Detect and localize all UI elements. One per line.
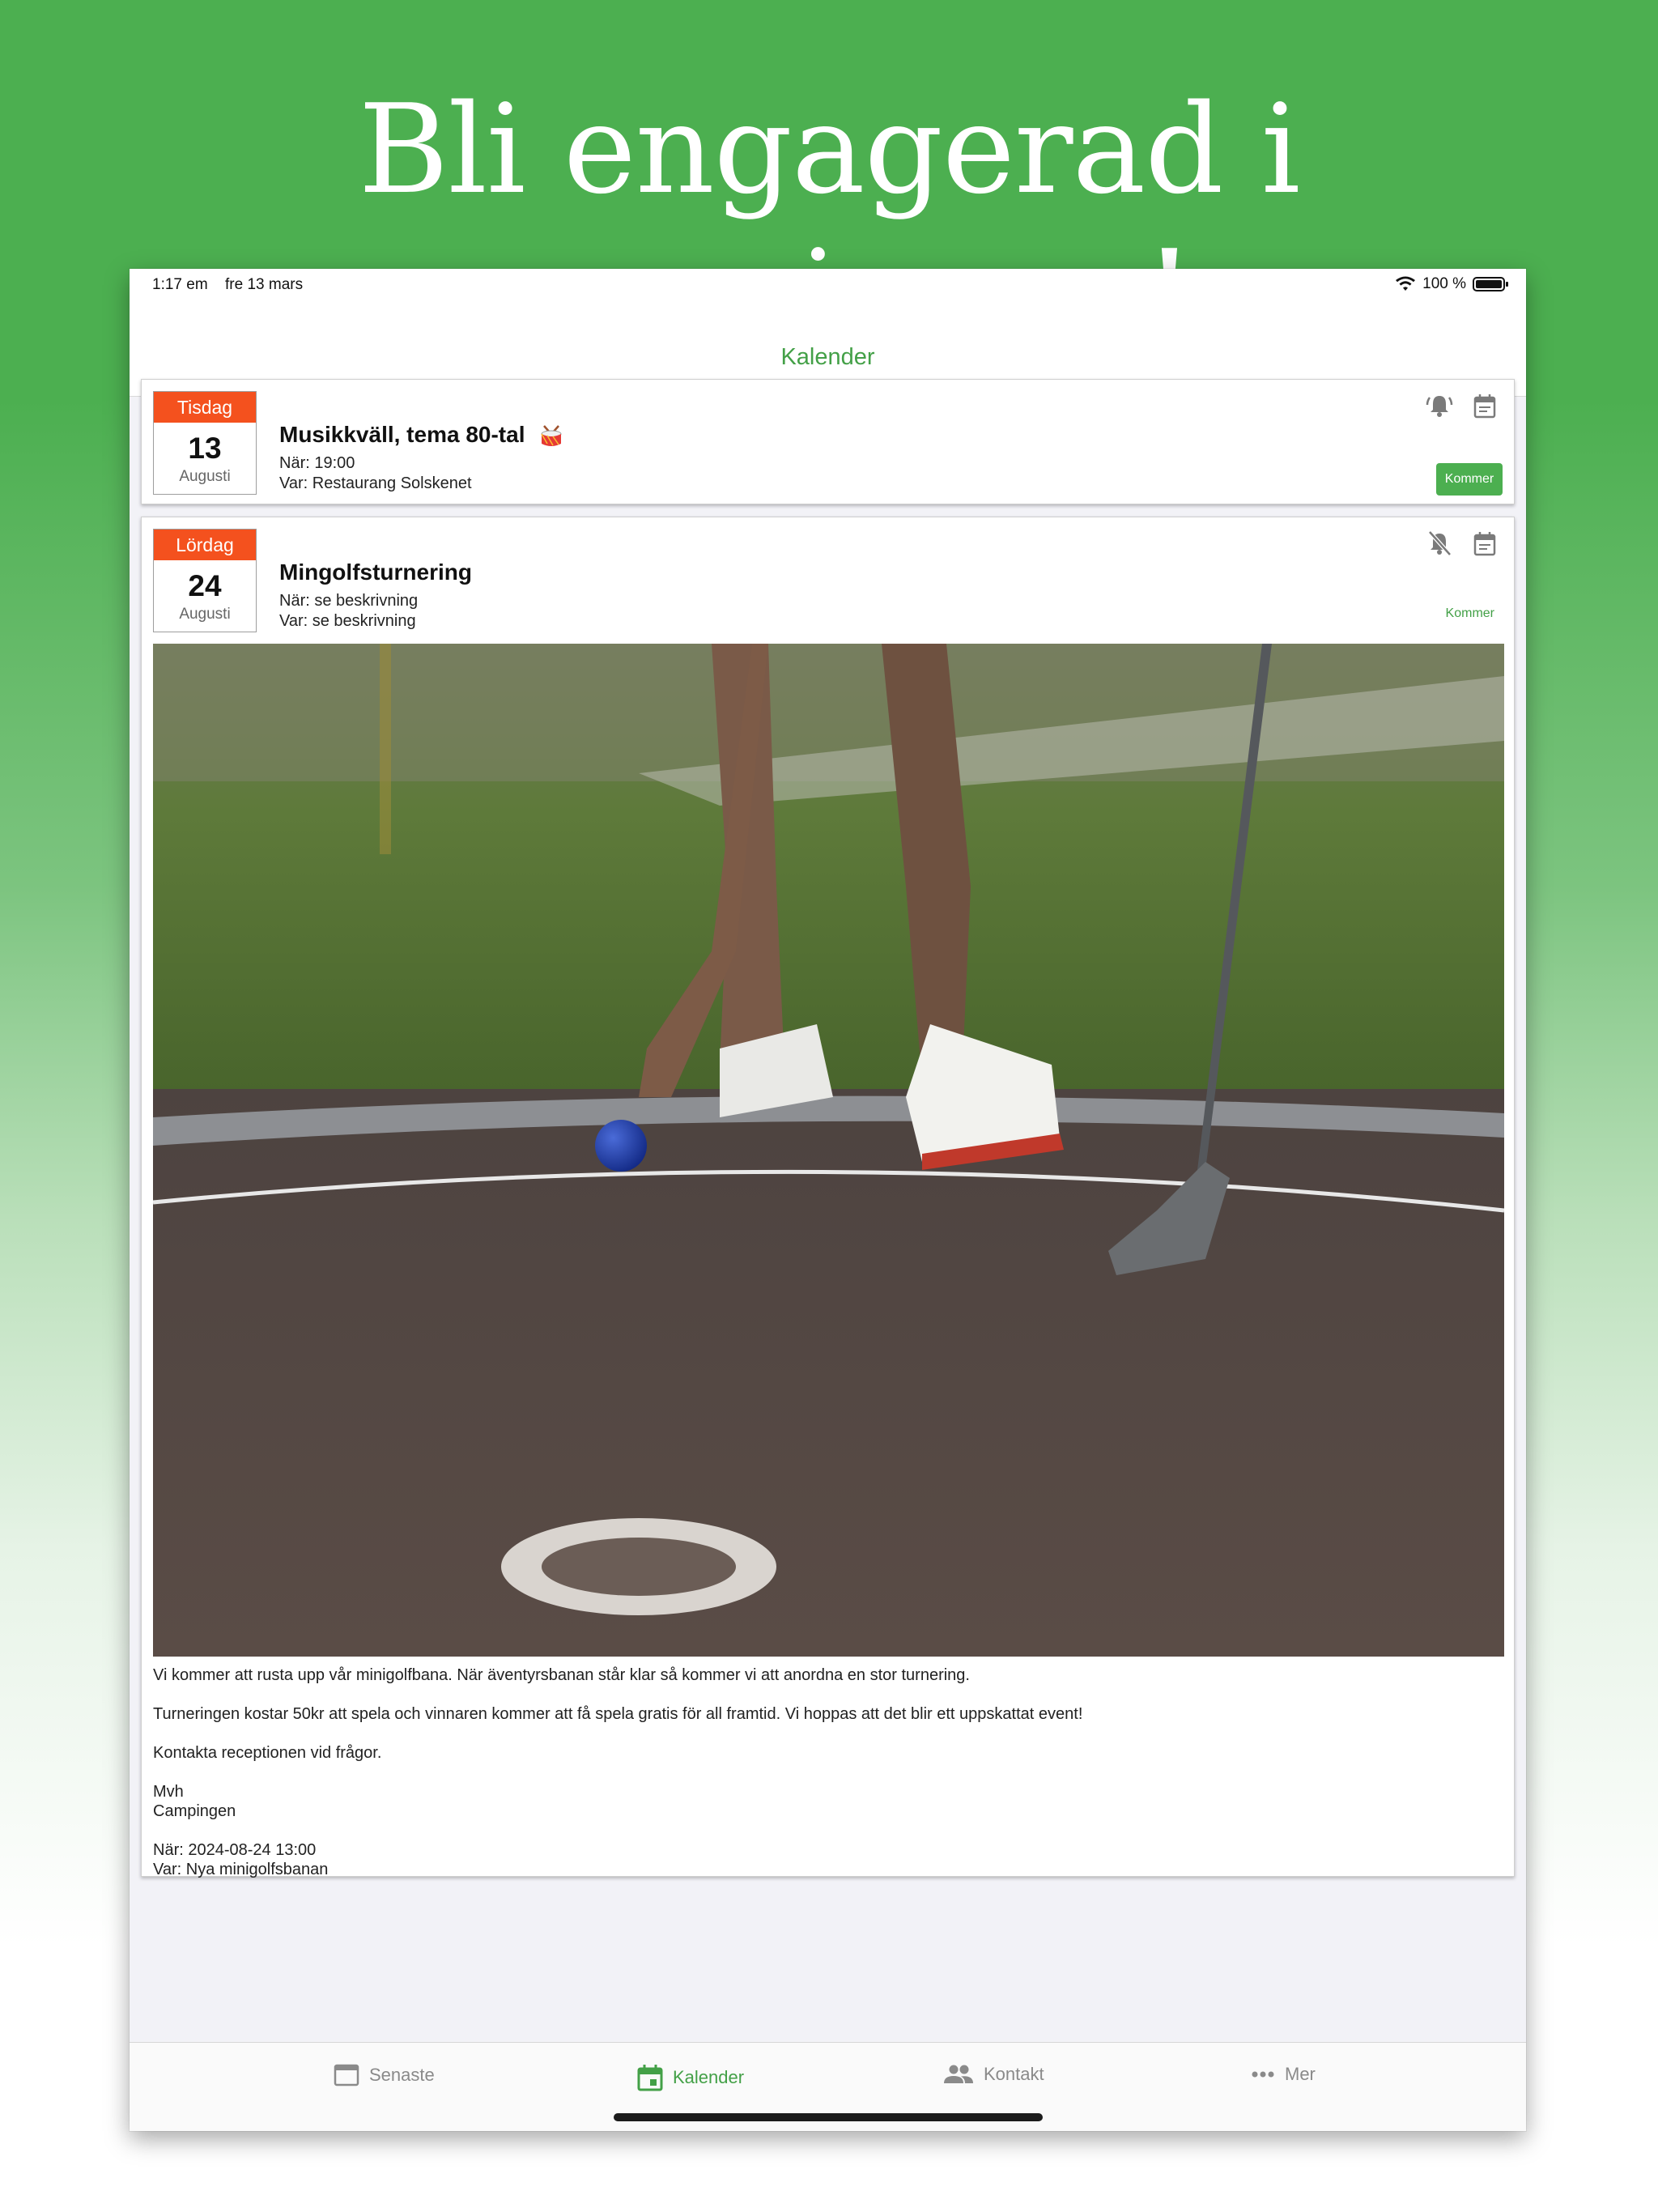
event-photo bbox=[153, 644, 1504, 1657]
attend-button[interactable]: Kommer bbox=[1436, 463, 1503, 496]
calendar-add-icon[interactable] bbox=[1469, 389, 1501, 422]
attend-button[interactable]: Kommer bbox=[1446, 606, 1494, 621]
description-paragraph: Turneringen kostar 50kr att spela och vi… bbox=[153, 1705, 1083, 1723]
battery-percent: 100 % bbox=[1422, 275, 1466, 292]
event-date: Lördag 24 Augusti bbox=[153, 529, 257, 632]
event-day: 13 bbox=[188, 432, 222, 465]
event-date: Tisdag 13 Augusti bbox=[153, 391, 257, 495]
event-when-full: När: 2024-08-24 13:00 bbox=[153, 1841, 317, 1859]
signature-line: Campingen bbox=[153, 1802, 236, 1820]
bell-active-icon[interactable] bbox=[1423, 389, 1456, 422]
status-time: 1:17 em bbox=[152, 276, 208, 293]
event-weekday: Tisdag bbox=[154, 392, 256, 423]
event-when: När: se beskrivning bbox=[279, 592, 419, 610]
event-weekday: Lördag bbox=[154, 530, 256, 560]
event-card[interactable]: Tisdag 13 Augusti Musikkväll, tema 80-ta… bbox=[141, 379, 1515, 504]
event-where-full: Var: Nya minigolfsbanan bbox=[153, 1861, 329, 1878]
signature-line: Mvh bbox=[153, 1783, 184, 1801]
event-when: När: 19:00 bbox=[279, 454, 355, 472]
tab-label: Kontakt bbox=[984, 2064, 1044, 2084]
event-day: 24 bbox=[188, 569, 222, 602]
event-card[interactable]: Lördag 24 Augusti Mingolfsturnering När:… bbox=[141, 517, 1515, 1879]
wifi-icon bbox=[1396, 276, 1416, 291]
tab-label: Kalender bbox=[673, 2067, 745, 2087]
event-month: Augusti bbox=[179, 468, 231, 485]
battery-icon bbox=[1473, 277, 1508, 291]
event-title-row: Musikkväll, tema 80-tal bbox=[279, 422, 563, 449]
tab-kontakt[interactable]: Kontakt bbox=[943, 2064, 1044, 2085]
tab-senaste[interactable]: Senaste bbox=[334, 2064, 435, 2087]
status-right: 100 % bbox=[1395, 275, 1508, 293]
event-month: Augusti bbox=[179, 606, 231, 623]
event-description: Vi kommer att rusta upp vår minigolfbana… bbox=[153, 1665, 1497, 1879]
event-title: Mingolfsturnering bbox=[279, 559, 472, 585]
event-where: Var: se beskrivning bbox=[279, 612, 416, 630]
people-icon bbox=[944, 2065, 973, 2083]
event-title: Musikkväll, tema 80-tal bbox=[279, 422, 525, 447]
tab-label: Mer bbox=[1285, 2064, 1316, 2084]
tab-bar: Senaste Kalender Kontakt Mer bbox=[130, 2042, 1526, 2131]
device-screen: 1:17 em fre 13 mars 100 % Kalender Tisda… bbox=[130, 269, 1526, 2131]
drum-icon bbox=[541, 424, 562, 446]
description-paragraph: Vi kommer att rusta upp vår minigolfbana… bbox=[153, 1666, 970, 1684]
tab-label: Senaste bbox=[369, 2065, 435, 2085]
calendar-icon bbox=[637, 2065, 663, 2091]
status-bar: 1:17 em fre 13 mars 100 % bbox=[130, 269, 1526, 301]
page-title: Kalender bbox=[780, 344, 875, 370]
description-paragraph: Kontakta receptionen vid frågor. bbox=[153, 1744, 382, 1762]
tab-kalender[interactable]: Kalender bbox=[637, 2064, 744, 2091]
event-where: Var: Restaurang Solskenet bbox=[279, 474, 472, 492]
calendar-add-icon[interactable] bbox=[1469, 527, 1501, 559]
status-date: fre 13 mars bbox=[225, 276, 304, 293]
tab-mer[interactable]: Mer bbox=[1251, 2064, 1316, 2085]
window-icon bbox=[334, 2064, 359, 2087]
home-indicator bbox=[614, 2113, 1043, 2121]
bell-off-icon[interactable] bbox=[1423, 527, 1456, 559]
more-icon bbox=[1252, 2071, 1274, 2078]
